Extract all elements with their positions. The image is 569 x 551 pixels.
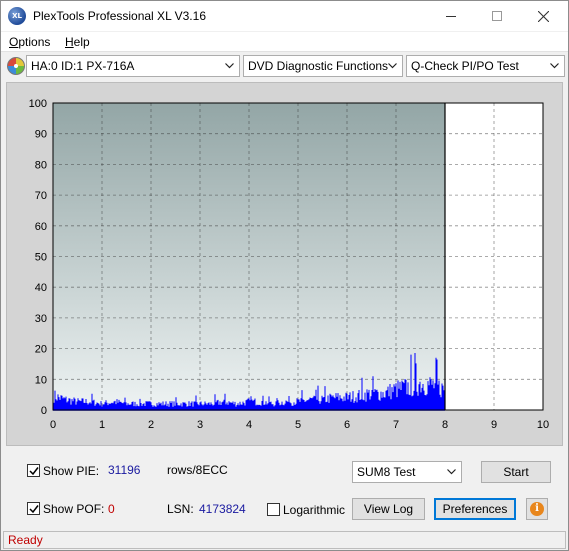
x-tick-label: 0 xyxy=(50,419,56,431)
x-tick-label: 6 xyxy=(344,419,350,431)
close-button[interactable] xyxy=(520,1,566,31)
menu-options[interactable]: Options xyxy=(9,35,50,49)
chevron-down-icon xyxy=(447,469,456,475)
y-tick-label: 90 xyxy=(35,129,47,141)
x-tick-label: 5 xyxy=(295,419,301,431)
maximize-button[interactable] xyxy=(474,1,520,31)
y-tick-label: 60 xyxy=(35,221,47,233)
x-tick-label: 7 xyxy=(393,419,399,431)
minimize-icon xyxy=(446,15,456,17)
x-tick-label: 3 xyxy=(197,419,203,431)
chart-panel: 0 1 2 3 4 5 6 7 8 9 10 0 10 20 30 40 50 60 70 80 90 100 xyxy=(6,82,563,446)
sum-test-value: SUM8 Test xyxy=(357,465,416,479)
pie-value: 31196 xyxy=(108,463,141,477)
show-pie-label: Show PIE: xyxy=(43,464,100,478)
x-tick-label: 2 xyxy=(148,419,154,431)
show-pof-checkbox[interactable] xyxy=(27,502,40,515)
x-tick-label: 1 xyxy=(99,419,105,431)
function-select[interactable]: DVD Diagnostic Functions xyxy=(243,55,403,77)
x-tick-label: 4 xyxy=(246,419,252,431)
x-tick-label: 8 xyxy=(442,419,448,431)
test-select[interactable]: Q-Check PI/PO Test xyxy=(406,55,565,77)
lsn-value: 4173824 xyxy=(199,502,246,516)
close-icon xyxy=(537,10,549,22)
app-logo-icon: XL xyxy=(8,7,26,25)
app-window: XL PlexTools Professional XL V3.16 Optio… xyxy=(0,0,569,551)
function-select-value: DVD Diagnostic Functions xyxy=(248,59,389,73)
y-tick-label: 80 xyxy=(35,159,47,171)
y-tick-label: 20 xyxy=(35,344,47,356)
pof-value: 0 xyxy=(108,502,115,516)
test-select-value: Q-Check PI/PO Test xyxy=(411,59,519,73)
info-icon: i xyxy=(530,502,544,516)
checkmark-icon xyxy=(29,505,39,514)
pi-po-chart: 0 1 2 3 4 5 6 7 8 9 100102030405060708090100 xyxy=(29,98,549,431)
y-tick-label: 70 xyxy=(35,190,47,202)
menu-help[interactable]: Help xyxy=(65,35,90,49)
chevron-down-icon xyxy=(388,63,397,69)
status-bar: Ready xyxy=(3,531,566,549)
y-tick-label: 100 xyxy=(29,98,47,110)
pie-unit: rows/8ECC xyxy=(167,463,228,477)
minimize-button[interactable] xyxy=(428,1,474,31)
y-tick-label: 50 xyxy=(35,252,47,264)
maximize-icon xyxy=(492,11,502,21)
start-button[interactable]: Start xyxy=(481,461,551,483)
y-tick-label: 0 xyxy=(41,405,47,417)
drive-select[interactable]: HA:0 ID:1 PX-716A xyxy=(26,55,240,77)
info-button[interactable]: i xyxy=(526,498,548,520)
x-tick-label: 9 xyxy=(491,419,497,431)
lsn-label: LSN: xyxy=(167,502,194,516)
checkmark-icon xyxy=(29,467,39,476)
show-pie-checkbox[interactable] xyxy=(27,464,40,477)
status-text: Ready xyxy=(8,533,43,547)
drive-select-value: HA:0 ID:1 PX-716A xyxy=(31,59,135,73)
x-tick-label: 10 xyxy=(537,419,549,431)
logarithmic-checkbox[interactable] xyxy=(267,503,280,516)
title-bar: XL PlexTools Professional XL V3.16 xyxy=(1,1,568,31)
view-log-button[interactable]: View Log xyxy=(352,498,425,520)
preferences-button[interactable]: Preferences xyxy=(434,498,516,520)
menu-bar: Options Help xyxy=(1,32,568,52)
y-tick-label: 30 xyxy=(35,313,47,325)
y-tick-label: 40 xyxy=(35,282,47,294)
window-title: PlexTools Professional XL V3.16 xyxy=(33,9,206,23)
disc-drive-icon xyxy=(7,57,25,75)
show-pof-label: Show POF: xyxy=(43,502,105,516)
y-tick-label: 10 xyxy=(35,374,47,386)
controls-panel: Show PIE: 31196 rows/8ECC SUM8 Test Star… xyxy=(6,449,563,527)
chevron-down-icon xyxy=(550,63,559,69)
sum-test-select[interactable]: SUM8 Test xyxy=(352,461,462,483)
chevron-down-icon xyxy=(225,63,234,69)
logarithmic-label: Logarithmic xyxy=(283,503,346,517)
